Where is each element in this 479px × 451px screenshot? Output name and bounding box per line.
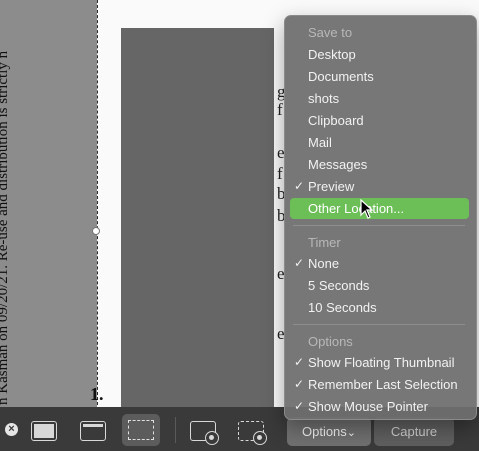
document-text-fragment: f — [277, 164, 283, 183]
menu-item-show-mouse-pointer[interactable]: ✓ Show Mouse Pointer — [290, 396, 469, 417]
menu-item-desktop[interactable]: Desktop — [290, 44, 469, 65]
menu-item-documents[interactable]: Documents — [290, 66, 469, 87]
menu-item-messages[interactable]: Messages — [290, 154, 469, 175]
menu-item-shots[interactable]: shots — [290, 88, 469, 109]
menu-header-timer: Timer — [308, 235, 341, 250]
document-figure — [121, 28, 274, 408]
menu-item-timer-5-seconds[interactable]: 5 Seconds — [290, 275, 469, 296]
chevron-down-icon: ⌄ — [346, 427, 357, 439]
options-label: Options — [301, 424, 347, 439]
checkmark-icon: ✓ — [294, 256, 305, 270]
options-button[interactable]: Options⌄ — [287, 417, 371, 446]
document-list-number: 1. — [90, 384, 104, 404]
menu-item-timer-10-seconds[interactable]: 10 Seconds — [290, 297, 469, 318]
capture-entire-screen-icon[interactable] — [28, 415, 60, 445]
menu-header-options: Options — [308, 334, 353, 349]
options-menu: Save to Desktop Documents shots Clipboar… — [284, 15, 477, 420]
toolbar-divider — [175, 417, 176, 443]
menu-item-timer-none[interactable]: ✓ None — [290, 253, 469, 274]
menu-item-mail[interactable]: Mail — [290, 132, 469, 153]
dimmed-region — [0, 0, 97, 451]
menu-item-other-location[interactable]: Other Location... — [290, 198, 469, 219]
selection-handle[interactable] — [92, 227, 100, 235]
menu-item-remember-last-selection[interactable]: ✓ Remember Last Selection — [290, 374, 469, 395]
selection-border — [97, 0, 98, 405]
checkmark-icon: ✓ — [294, 399, 305, 413]
record-screen-icon[interactable] — [187, 415, 219, 445]
menu-item-preview[interactable]: ✓ Preview — [290, 176, 469, 197]
close-icon[interactable]: × — [5, 423, 18, 436]
menu-header-save-to: Save to — [308, 25, 353, 40]
document-text-fragment: f — [277, 100, 283, 119]
mouse-pointer-icon — [360, 199, 374, 219]
capture-selection-icon[interactable] — [122, 414, 160, 446]
checkmark-icon: ✓ — [294, 377, 305, 391]
menu-item-show-floating-thumbnail[interactable]: ✓ Show Floating Thumbnail — [290, 352, 469, 373]
menu-item-clipboard[interactable]: Clipboard — [290, 110, 469, 131]
capture-button[interactable]: Capture — [374, 417, 454, 446]
checkmark-icon: ✓ — [294, 179, 305, 193]
menu-separator — [293, 225, 465, 226]
capture-window-icon[interactable] — [77, 415, 109, 445]
record-selection-icon[interactable] — [235, 415, 267, 445]
menu-separator — [293, 324, 465, 325]
checkmark-icon: ✓ — [294, 355, 305, 369]
document-vertical-text: n Kasman on 09/20/21. Re-use and distrib… — [0, 50, 10, 405]
